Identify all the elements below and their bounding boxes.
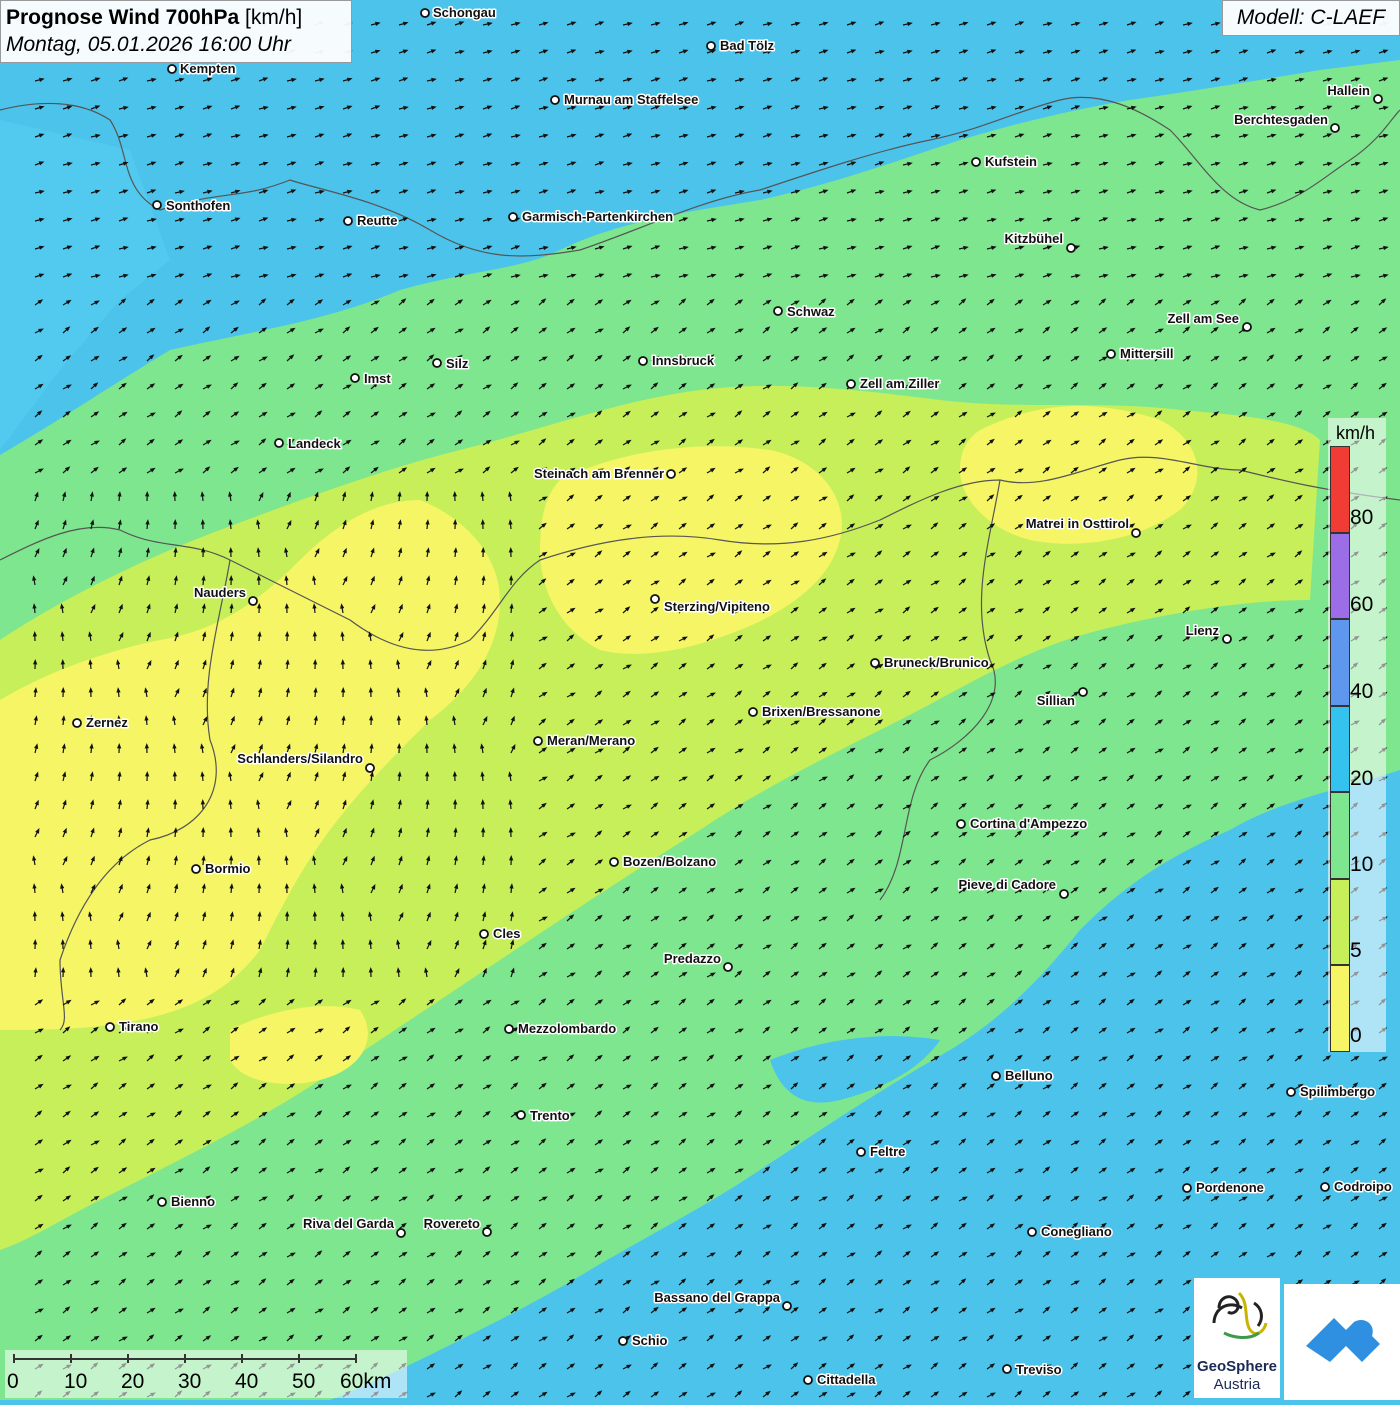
- city-label: Bad Tölz: [720, 38, 775, 53]
- city-marker: Bruneck/Brunico: [871, 655, 989, 670]
- city-dot: [1374, 95, 1382, 103]
- city-label: Brixen/Bressanone: [762, 704, 881, 719]
- city-marker: Brixen/Bressanone: [749, 704, 881, 719]
- city-dot: [639, 357, 647, 365]
- city-dot: [509, 213, 517, 221]
- city-dot: [551, 96, 559, 104]
- city-label: Kempten: [180, 61, 236, 76]
- city-dot: [73, 719, 81, 727]
- city-marker: Garmisch-Partenkirchen: [509, 209, 673, 224]
- city-dot: [707, 42, 715, 50]
- city-marker: Meran/Merano: [534, 733, 635, 748]
- city-dot: [651, 595, 659, 603]
- city-label: Schongau: [433, 5, 496, 20]
- city-label: Kufstein: [985, 154, 1037, 169]
- city-label: Imst: [364, 371, 391, 386]
- city-label: Landeck: [288, 436, 342, 451]
- city-label: Lienz: [1186, 623, 1220, 638]
- city-label: Zernez: [86, 715, 128, 730]
- city-dot: [351, 374, 359, 382]
- city-label: Mittersill: [1120, 346, 1173, 361]
- city-dot: [749, 708, 757, 716]
- city-dot: [1132, 529, 1140, 537]
- city-label: Silz: [446, 356, 469, 371]
- city-label: Steinach am Brenner: [534, 466, 664, 481]
- city-label: Matrei in Osttirol: [1026, 516, 1129, 531]
- city-label: Murnau am Staffelsee: [564, 92, 698, 107]
- city-dot: [344, 217, 352, 225]
- city-dot: [774, 307, 782, 315]
- city-label: Nauders: [194, 585, 246, 600]
- city-dot: [871, 659, 879, 667]
- city-dot: [168, 65, 176, 73]
- city-dot: [433, 359, 441, 367]
- city-label: Bruneck/Brunico: [884, 655, 989, 670]
- city-dot: [1067, 244, 1075, 252]
- city-label: Innsbruck: [652, 353, 715, 368]
- city-label: Zell am See: [1167, 311, 1239, 326]
- city-dot: [667, 470, 675, 478]
- city-dot: [1243, 323, 1251, 331]
- city-dot: [1331, 124, 1339, 132]
- city-marker: Schongau: [421, 5, 496, 20]
- city-dot: [534, 737, 542, 745]
- city-label: Zell am Ziller: [860, 376, 939, 391]
- city-label: Berchtesgaden: [1234, 112, 1328, 127]
- city-dot: [1223, 635, 1231, 643]
- city-label: Kitzbühel: [1005, 231, 1064, 246]
- city-marker: Steinach am Brenner: [534, 466, 675, 481]
- city-label: Reutte: [357, 213, 397, 228]
- city-marker: Murnau am Staffelsee: [551, 92, 698, 107]
- city-dot: [153, 201, 161, 209]
- city-dot: [1107, 350, 1115, 358]
- city-dot: [972, 158, 980, 166]
- city-dot: [847, 380, 855, 388]
- city-label: Sillian: [1037, 693, 1075, 708]
- city-dot: [249, 597, 257, 605]
- city-label: Hallein: [1327, 83, 1370, 98]
- wind-map: Schongau Bad Tölz Kempten Murnau am Staffel…: [0, 0, 1400, 1400]
- city-dot: [275, 439, 283, 447]
- city-label: Schwaz: [787, 304, 835, 319]
- city-dot: [421, 9, 429, 17]
- city-label: Meran/Merano: [547, 733, 635, 748]
- city-label: Sonthofen: [166, 198, 230, 213]
- city-marker: Zell am Ziller: [847, 376, 939, 391]
- city-label: Sterzing/Vipiteno: [664, 599, 770, 614]
- city-dot: [1079, 688, 1087, 696]
- city-label: Garmisch-Partenkirchen: [522, 209, 673, 224]
